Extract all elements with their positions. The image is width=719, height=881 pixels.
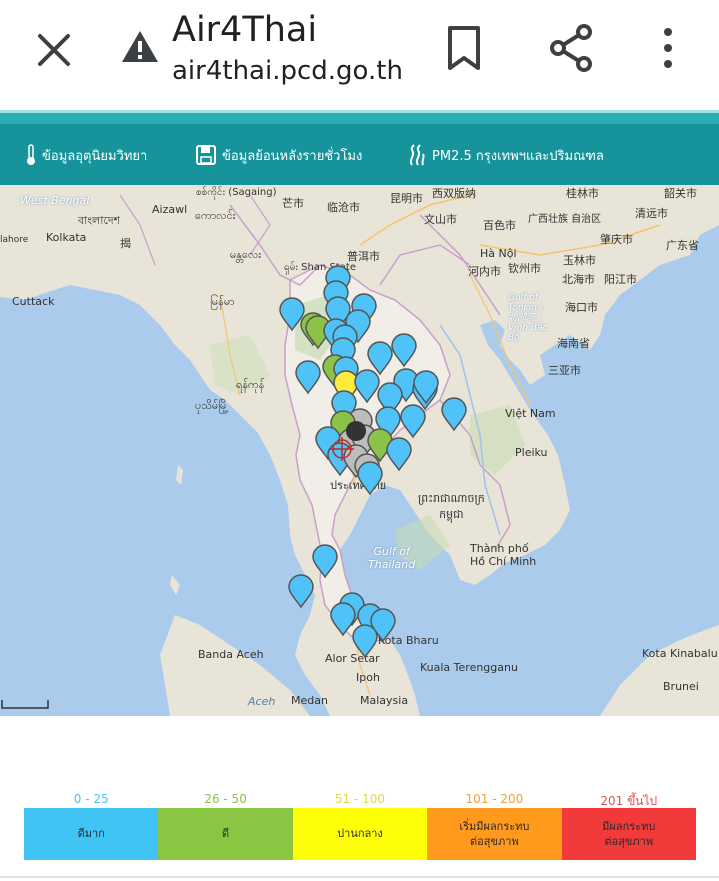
header-strip [0,110,719,124]
thermometer-icon [27,144,35,165]
aqi-legend: 0 - 25 26 - 50 51 - 100 101 - 200 201 ขึ… [24,792,696,860]
station-marker[interactable] [352,624,378,659]
legend-range: 51 - 100 [334,792,386,806]
legend-level-good: ดี [158,808,293,860]
page-url[interactable]: air4thai.pcd.go.th [172,56,403,86]
nav-item-weather[interactable]: ข้อมูลอุตุนิยมวิทยา [26,142,147,168]
station-marker[interactable] [400,404,426,439]
legend-range: 101 - 200 [465,792,524,806]
legend-range: 0 - 25 [73,792,109,806]
station-marker[interactable] [312,544,338,579]
site-nav: ข้อมูลอุตุนิยมวิทยา ข้อมูลย้อนหลังรายชั่… [0,124,719,185]
station-marker[interactable] [441,397,467,432]
air-quality-map[interactable]: West Bengal বাংলাদেশ Kolkata Aizawl စစ်က… [0,185,719,716]
legend-range: 26 - 50 [204,792,247,806]
nav-item-label: PM2.5 กรุงเทพฯและปริมณฑล [432,148,604,164]
close-icon[interactable] [30,26,78,74]
legend-level-unhealthy: มีผลกระทบ ต่อสุขภาพ [561,808,696,860]
nav-item-label: ข้อมูลอุตุนิยมวิทยา [42,148,148,164]
more-vert-icon[interactable] [650,22,686,74]
station-marker[interactable] [391,333,417,368]
divider [0,876,719,878]
page-title: Air4Thai [172,10,318,50]
legend-level-moderate: ปานกลาง [292,808,428,860]
floppy-disk-icon [196,145,216,165]
smoke-icon [409,144,425,166]
nav-item-pm25[interactable]: PM2.5 กรุงเทพฯและปริมณฑล [408,142,604,168]
station-marker[interactable] [357,461,383,496]
nav-item-label: ข้อมูลย้อนหลังรายชั่วโมง [222,148,363,164]
legend-range: 201 ขึ้นไป [600,794,658,808]
share-icon[interactable] [546,22,596,74]
legend-level-very-good: ดีมาก [24,808,159,860]
bookmark-icon[interactable] [442,24,486,72]
station-marker[interactable] [386,437,412,472]
warning-icon[interactable] [120,27,160,67]
nav-item-history[interactable]: ข้อมูลย้อนหลังรายชั่วโมง [196,142,362,168]
station-marker[interactable] [330,602,356,637]
station-marker[interactable] [367,341,393,376]
spacer [0,716,719,790]
station-marker[interactable] [354,369,380,404]
legend-level-unhealthy-sensitive: เริ่มมีผลกระทบ ต่อสุขภาพ [427,808,562,860]
station-marker[interactable] [288,574,314,609]
station-marker[interactable] [295,360,321,395]
cluster-marker[interactable] [346,421,366,441]
browser-toolbar: Air4Thai air4thai.pcd.go.th [0,0,719,110]
station-markers[interactable] [0,185,719,716]
